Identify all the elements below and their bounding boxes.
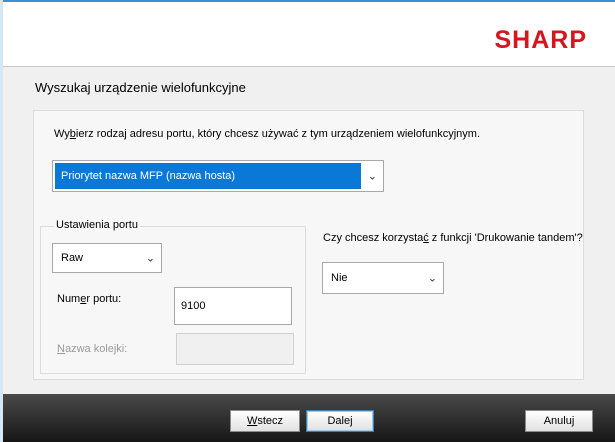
chevron-down-icon: ⌄ <box>145 252 155 265</box>
next-button[interactable]: Dalej <box>306 410 374 432</box>
tandem-value: Nie <box>331 272 348 284</box>
port-settings-legend: Ustawienia portu <box>54 219 140 231</box>
chevron-down-icon: ⌄ <box>367 170 377 183</box>
tandem-dropdown[interactable]: Nie ⌄ <box>322 262 444 294</box>
protocol-value: Raw <box>61 252 84 264</box>
back-button[interactable]: Wstecz <box>230 410 300 432</box>
chevron-down-icon: ⌄ <box>427 272 437 285</box>
tandem-question: Czy chcesz korzystać z funkcji 'Drukowan… <box>323 232 583 244</box>
port-number-label: Numer portu: <box>57 293 122 305</box>
queue-name-label: Nazwa kolejki: <box>57 343 128 355</box>
queue-name-input[interactable] <box>176 333 294 365</box>
page-title: Wyszukaj urządzenie wielofunkcyjne <box>35 80 246 95</box>
cancel-button[interactable]: Anuluj <box>525 410 593 432</box>
address-type-value: Priorytet nazwa MFP (nazwa hosta) <box>61 170 236 182</box>
protocol-dropdown[interactable]: Raw ⌄ <box>52 243 162 273</box>
address-type-dropdown[interactable]: Priorytet nazwa MFP (nazwa hosta) ⌄ <box>52 160 384 192</box>
port-number-input[interactable]: 9100 <box>174 287 292 325</box>
header: SHARP <box>3 2 615 66</box>
address-type-instruction: Wybierz rodzaj adresu portu, który chces… <box>54 128 481 140</box>
sharp-logo: SHARP <box>494 26 587 54</box>
